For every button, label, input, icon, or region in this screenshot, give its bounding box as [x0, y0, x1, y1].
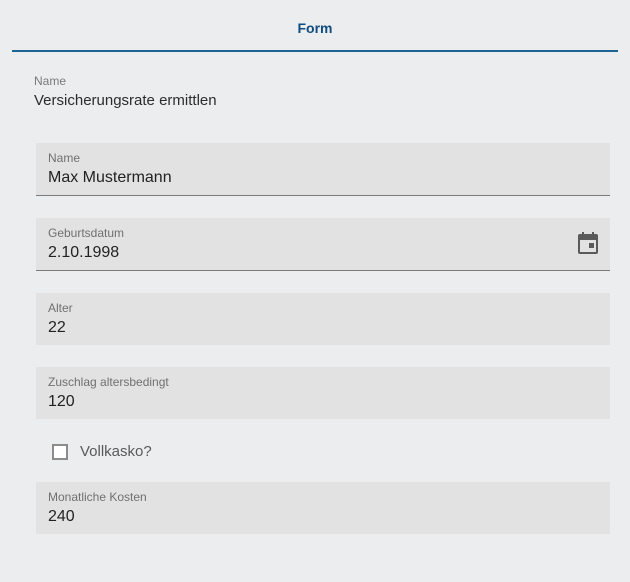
- age-label: Alter: [48, 301, 598, 315]
- form-title: Form: [298, 20, 333, 36]
- name-field[interactable]: Name Max Mustermann: [36, 143, 610, 196]
- dob-value: 2.10.1998: [48, 244, 598, 262]
- surcharge-field: Zuschlag altersbedingt 120: [36, 367, 610, 419]
- vollkasko-checkbox[interactable]: [52, 444, 68, 460]
- vollkasko-label: Vollkasko?: [80, 443, 152, 460]
- name-value: Max Mustermann: [48, 169, 598, 187]
- age-value: 22: [48, 319, 598, 337]
- form-name-value: Versicherungsrate ermittlen: [34, 92, 618, 109]
- name-label: Name: [48, 151, 598, 165]
- dob-label: Geburtsdatum: [48, 226, 598, 240]
- surcharge-label: Zuschlag altersbedingt: [48, 375, 598, 389]
- monthly-cost-field: Monatliche Kosten 240: [36, 482, 610, 534]
- monthly-cost-value: 240: [48, 508, 598, 526]
- monthly-cost-label: Monatliche Kosten: [48, 490, 598, 504]
- vollkasko-checkbox-row[interactable]: Vollkasko?: [52, 443, 610, 460]
- form-name-label: Name: [34, 74, 618, 88]
- surcharge-value: 120: [48, 393, 598, 411]
- calendar-icon[interactable]: [578, 232, 598, 259]
- age-field: Alter 22: [36, 293, 610, 345]
- dob-field[interactable]: Geburtsdatum 2.10.1998: [36, 218, 610, 271]
